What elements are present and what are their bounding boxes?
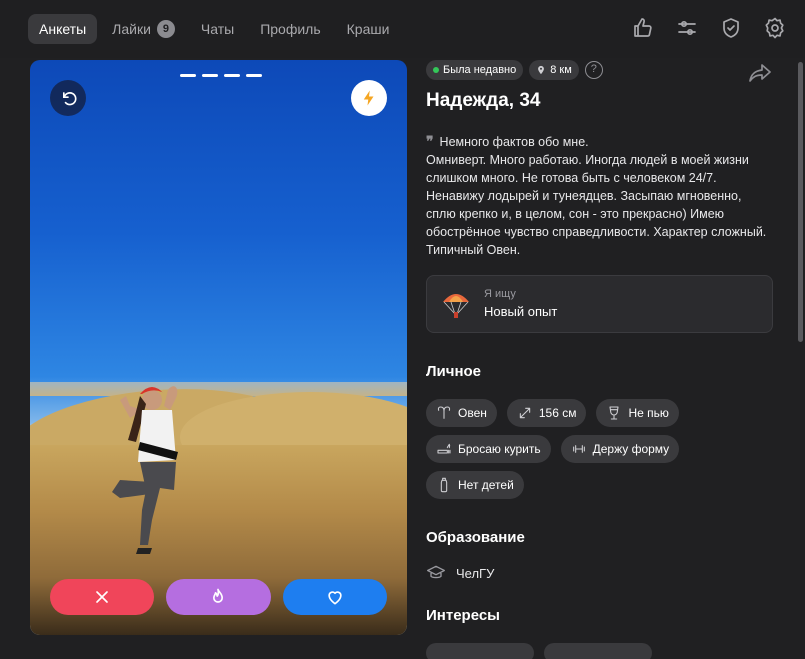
- boost-button[interactable]: [351, 80, 387, 116]
- interests-section-title: Интересы: [426, 607, 500, 624]
- tab-label: Анкеты: [39, 21, 87, 37]
- tag-label: Не пью: [628, 406, 669, 420]
- tab-likes[interactable]: Лайки 9: [101, 14, 186, 44]
- bottle-icon: [440, 477, 448, 493]
- online-dot-icon: [433, 67, 439, 73]
- shield-check-icon[interactable]: [719, 16, 743, 40]
- tab-crushes[interactable]: Краши: [336, 14, 401, 44]
- interest-tag: [426, 643, 534, 659]
- tag-label: 156 см: [538, 406, 577, 420]
- dumbbell-icon: [572, 445, 585, 453]
- photo-indicator[interactable]: [202, 74, 218, 77]
- online-status-chip: Была недавно: [426, 60, 524, 80]
- gear-icon[interactable]: [763, 16, 787, 40]
- education-value: ЧелГУ: [456, 565, 495, 581]
- personal-section-title: Личное: [426, 363, 482, 380]
- tab-chats[interactable]: Чаты: [190, 14, 245, 44]
- heart-icon: [328, 591, 342, 605]
- tag-alcohol: Не пью: [596, 399, 679, 427]
- likes-count-badge: 9: [156, 20, 175, 38]
- tab-label: Профиль: [260, 21, 321, 37]
- dislike-button[interactable]: [50, 579, 155, 615]
- location-pin-icon: [538, 65, 545, 75]
- seeking-value: Новый опыт: [484, 304, 558, 319]
- tag-height: 156 см: [506, 399, 587, 427]
- interest-tags: [426, 643, 776, 659]
- tag-label: Бросаю курить: [458, 442, 541, 456]
- status-text: Была недавно: [443, 64, 517, 76]
- scrollbar[interactable]: [798, 62, 803, 342]
- person-figure: [112, 386, 178, 554]
- height-icon: [519, 407, 531, 419]
- top-navigation: Анкеты Лайки 9 Чаты Профиль Краши: [0, 0, 805, 58]
- super-like-button[interactable]: [166, 579, 271, 615]
- distance-chip: 8 км: [529, 60, 579, 80]
- distance-text: 8 км: [550, 64, 572, 76]
- undo-icon: [63, 92, 77, 106]
- tab-profiles[interactable]: Анкеты: [28, 14, 98, 44]
- aries-icon: [437, 406, 451, 419]
- quote-icon: ❞: [426, 133, 434, 149]
- tag-children: Нет детей: [426, 471, 524, 499]
- share-icon: [749, 64, 771, 82]
- glass-icon: [609, 406, 620, 420]
- bio-text: Немного фактов обо мне. Омниверт. Много …: [426, 135, 767, 257]
- nav-tabs: Анкеты Лайки 9 Чаты Профиль Краши: [28, 14, 400, 44]
- tag-label: Держу форму: [592, 442, 670, 456]
- tag-zodiac: Овен: [426, 399, 497, 427]
- tab-label: Краши: [346, 21, 390, 37]
- seeking-label: Я ищу: [484, 288, 516, 300]
- sliders-icon[interactable]: [675, 16, 699, 40]
- education-item: ЧелГУ: [426, 563, 776, 583]
- seeking-card[interactable]: Я ищу Новый опыт: [426, 275, 773, 333]
- photo-indicators: [180, 74, 262, 77]
- cigarette-icon: [437, 443, 451, 454]
- top-icons: [631, 16, 787, 40]
- thumbs-up-icon[interactable]: [631, 16, 655, 40]
- share-button[interactable]: [748, 62, 772, 84]
- personal-tags: Овен 156 см Не пью Бросаю курить Держу ф…: [426, 399, 776, 499]
- profile-info: Была недавно 8 км ? Надежда, 34 ❞ Немного…: [426, 60, 776, 659]
- tag-smoking: Бросаю курить: [426, 435, 551, 463]
- lightning-icon: [363, 90, 374, 106]
- help-icon[interactable]: ?: [584, 61, 603, 79]
- tag-label: Овен: [458, 406, 487, 420]
- close-icon: [96, 591, 108, 603]
- parachute-icon: [443, 294, 469, 318]
- tag-label: Нет детей: [458, 478, 514, 492]
- photo-indicator[interactable]: [180, 74, 196, 77]
- like-button[interactable]: [282, 579, 387, 615]
- profile-name: Надежда, 34: [426, 90, 541, 111]
- app-window: Анкеты Лайки 9 Чаты Профиль Краши Была н…: [0, 0, 805, 659]
- undo-button[interactable]: [50, 80, 86, 116]
- tab-label: Чаты: [200, 21, 235, 37]
- profile-meta: Была недавно 8 км ?: [426, 60, 776, 80]
- profile-photo[interactable]: [30, 60, 407, 635]
- photo-indicator[interactable]: [224, 74, 240, 77]
- interest-tag: [544, 643, 652, 659]
- education-section-title: Образование: [426, 529, 525, 546]
- fire-icon: [213, 588, 224, 603]
- tab-label: Лайки: [112, 21, 151, 37]
- swipe-actions: [50, 579, 387, 615]
- tab-profile[interactable]: Профиль: [249, 14, 331, 44]
- graduation-cap-icon: [427, 565, 445, 579]
- tag-fitness: Держу форму: [560, 435, 680, 463]
- photo-indicator[interactable]: [246, 74, 262, 77]
- profile-bio: ❞ Немного фактов обо мне. Омниверт. Много…: [426, 132, 771, 259]
